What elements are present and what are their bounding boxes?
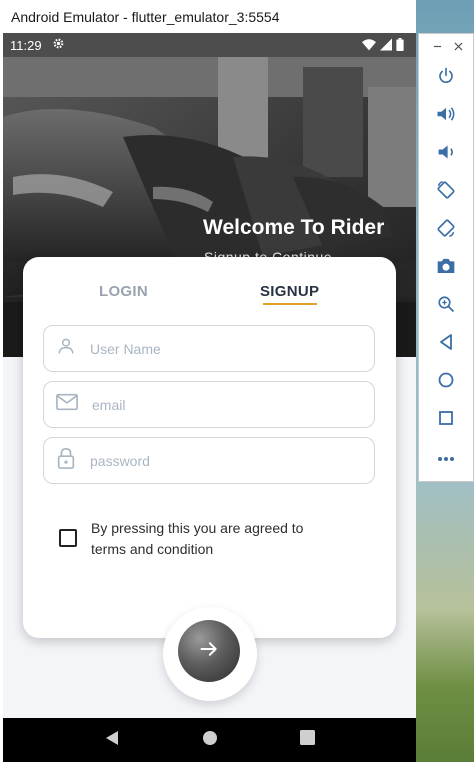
volume-up-icon	[436, 105, 456, 128]
zoom-icon	[437, 295, 455, 318]
toolbar-overview-button[interactable]	[419, 406, 473, 434]
toolbar-window-controls	[419, 34, 473, 60]
rotate-right-button[interactable]	[419, 216, 473, 244]
more-icon	[437, 449, 455, 467]
phone-screen: 11:29 Welcome To Rider LOGIN SIGNUP User…	[3, 33, 416, 762]
battery-icon	[396, 38, 404, 54]
close-icon[interactable]	[454, 40, 463, 54]
password-input[interactable]	[90, 452, 330, 469]
tab-active-indicator	[263, 303, 317, 305]
zoom-button[interactable]	[419, 292, 473, 320]
minimize-icon[interactable]	[433, 40, 442, 54]
power-button[interactable]	[419, 64, 473, 92]
person-icon	[56, 336, 76, 361]
window-title: Android Emulator - flutter_emulator_3:55…	[11, 8, 280, 25]
password-field[interactable]	[43, 437, 375, 484]
back-icon[interactable]	[104, 730, 120, 751]
tab-login[interactable]: LOGIN	[99, 283, 148, 300]
power-icon	[437, 67, 455, 90]
username-field[interactable]	[43, 325, 375, 372]
tab-signup[interactable]: SIGNUP	[260, 283, 319, 300]
toolbar-back-button[interactable]	[419, 330, 473, 358]
screenshot-button[interactable]	[419, 254, 473, 282]
toolbar-more-button[interactable]	[419, 444, 473, 472]
overview-icon	[439, 410, 453, 430]
home-icon[interactable]	[202, 730, 218, 751]
camera-icon	[436, 257, 456, 279]
home-icon	[438, 372, 454, 393]
status-time: 11:29	[10, 37, 42, 53]
rotate-left-button[interactable]	[419, 178, 473, 206]
volume-up-button[interactable]	[419, 102, 473, 130]
gear-icon	[52, 37, 65, 53]
wifi-icon	[362, 38, 376, 54]
hero-title: Welcome To Rider	[203, 216, 385, 239]
terms-checkbox[interactable]	[59, 529, 77, 547]
email-field[interactable]	[43, 381, 375, 428]
terms-label: By pressing this you are agreed to terms…	[91, 520, 304, 557]
lock-icon	[56, 447, 76, 474]
volume-down-icon	[437, 143, 455, 166]
rotate-right-icon	[436, 218, 456, 243]
volume-down-button[interactable]	[419, 140, 473, 168]
username-input[interactable]	[90, 340, 330, 357]
email-input[interactable]	[92, 396, 332, 413]
overview-icon[interactable]	[300, 730, 315, 750]
signal-icon	[380, 38, 392, 54]
window-titlebar: Android Emulator - flutter_emulator_3:55…	[0, 0, 416, 33]
status-icons	[362, 38, 404, 54]
auth-card: LOGIN SIGNUP B	[23, 257, 396, 638]
back-icon	[439, 333, 453, 355]
android-navbar	[3, 718, 416, 762]
toolbar-home-button[interactable]	[419, 368, 473, 396]
emulator-window: Android Emulator - flutter_emulator_3:55…	[0, 0, 416, 762]
rotate-left-icon	[436, 180, 456, 205]
mail-icon	[56, 393, 78, 416]
status-bar: 11:29	[3, 33, 416, 57]
arrow-right-icon	[199, 639, 219, 664]
submit-button-ring	[163, 607, 257, 701]
emulator-toolbar	[418, 33, 474, 482]
submit-button[interactable]	[178, 620, 240, 682]
